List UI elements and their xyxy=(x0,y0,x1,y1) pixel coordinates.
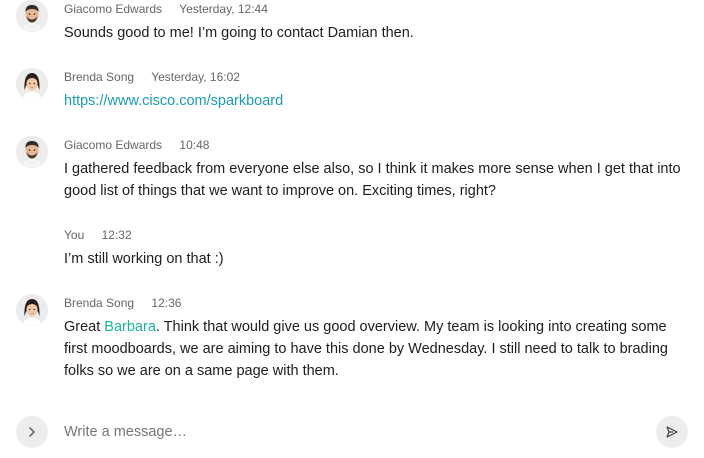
message-meta: Giacomo Edwards 10:48 xyxy=(64,138,209,152)
avatar-brenda-song[interactable] xyxy=(16,294,48,326)
male-avatar-icon xyxy=(16,0,48,32)
message-meta: Brenda Song Yesterday, 16:02 xyxy=(64,70,240,84)
message-text: I gathered feedback from everyone else a… xyxy=(64,161,681,199)
chevron-right-icon xyxy=(29,427,35,437)
message-input[interactable] xyxy=(64,421,634,443)
mention-barbara[interactable]: Barbara xyxy=(104,319,156,335)
message-meta: Brenda Song 12:36 xyxy=(64,296,181,310)
timestamp: 12:32 xyxy=(101,228,132,242)
send-button[interactable] xyxy=(656,416,688,448)
message-text: https://www.cisco.com/sparkboard xyxy=(64,90,690,112)
message-composer xyxy=(0,412,704,452)
sender-name[interactable]: Brenda Song xyxy=(64,296,134,310)
sender-name: You xyxy=(64,228,85,242)
message-text: Great Barbara. Think that would give us … xyxy=(64,316,690,382)
message-link[interactable]: https://www.cisco.com/sparkboard xyxy=(64,93,283,109)
expand-button[interactable] xyxy=(16,416,48,448)
message-meta: You 12:32 xyxy=(64,228,132,242)
timestamp: 10:48 xyxy=(179,138,210,152)
message-text: Sounds good to me! I’m going to contact … xyxy=(64,25,414,41)
male-avatar-icon xyxy=(16,136,48,168)
message-text: I’m still working on that :) xyxy=(64,251,224,267)
sender-name[interactable]: Giacomo Edwards xyxy=(64,138,162,152)
timestamp: Yesterday, 16:02 xyxy=(151,70,240,84)
timestamp: 12:36 xyxy=(151,296,182,310)
message-meta: Giacomo Edwards Yesterday, 12:44 xyxy=(64,2,268,16)
timestamp: Yesterday, 12:44 xyxy=(179,2,268,16)
sender-name[interactable]: Brenda Song xyxy=(64,70,134,84)
send-icon xyxy=(666,426,678,438)
avatar-giacomo-edwards[interactable] xyxy=(16,136,48,168)
sender-name[interactable]: Giacomo Edwards xyxy=(64,2,162,16)
female-avatar-icon xyxy=(16,294,48,326)
avatar-brenda-song[interactable] xyxy=(16,68,48,100)
avatar-giacomo-edwards[interactable] xyxy=(16,0,48,32)
message-text-start: Great xyxy=(64,319,105,335)
female-avatar-icon xyxy=(16,68,48,100)
